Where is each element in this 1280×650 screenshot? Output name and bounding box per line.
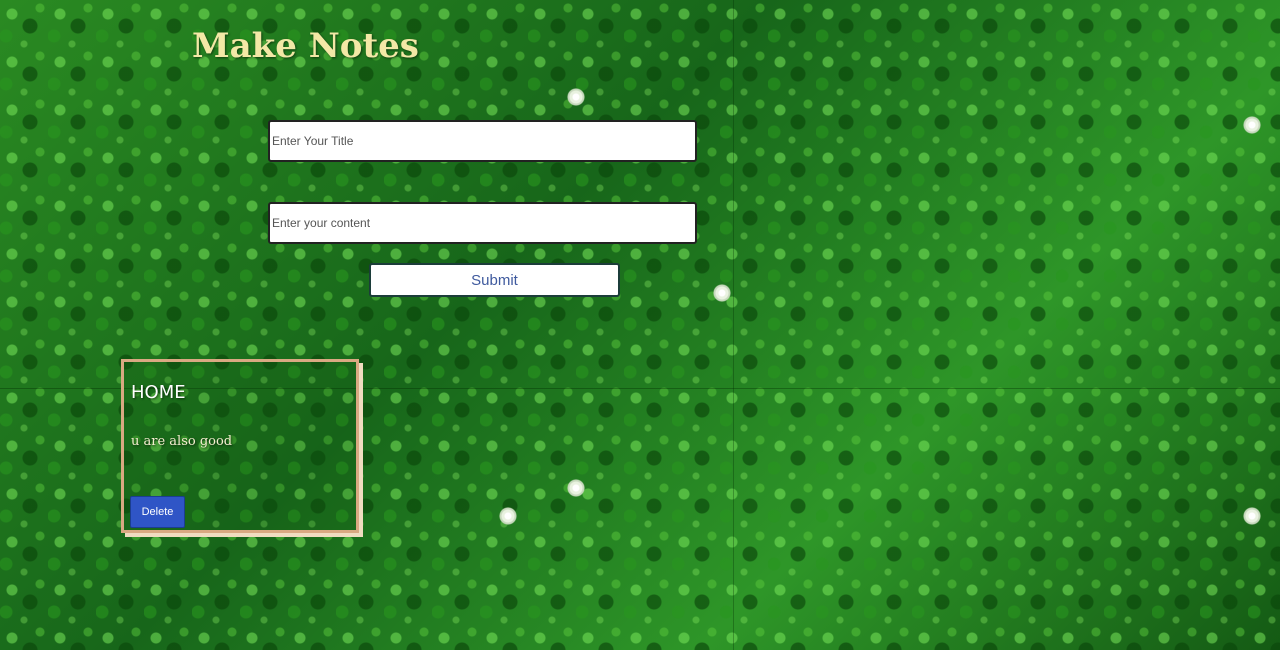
clover-flower-decoration	[567, 479, 585, 497]
note-title-input[interactable]	[268, 120, 697, 162]
clover-flower-decoration	[499, 507, 517, 525]
note-content-input[interactable]	[268, 202, 697, 244]
clover-flower-decoration	[567, 88, 585, 106]
page-title: Make Notes	[192, 26, 419, 66]
note-title: HOME	[131, 382, 186, 403]
note-card: HOME u are also good Delete	[121, 359, 359, 533]
submit-button[interactable]: Submit	[369, 263, 620, 297]
note-content: u are also good	[131, 434, 233, 449]
clover-flower-decoration	[1243, 116, 1261, 134]
clover-flower-decoration	[1243, 507, 1261, 525]
delete-note-button[interactable]: Delete	[130, 496, 185, 528]
background-tile-seam	[733, 0, 734, 650]
clover-flower-decoration	[713, 284, 731, 302]
